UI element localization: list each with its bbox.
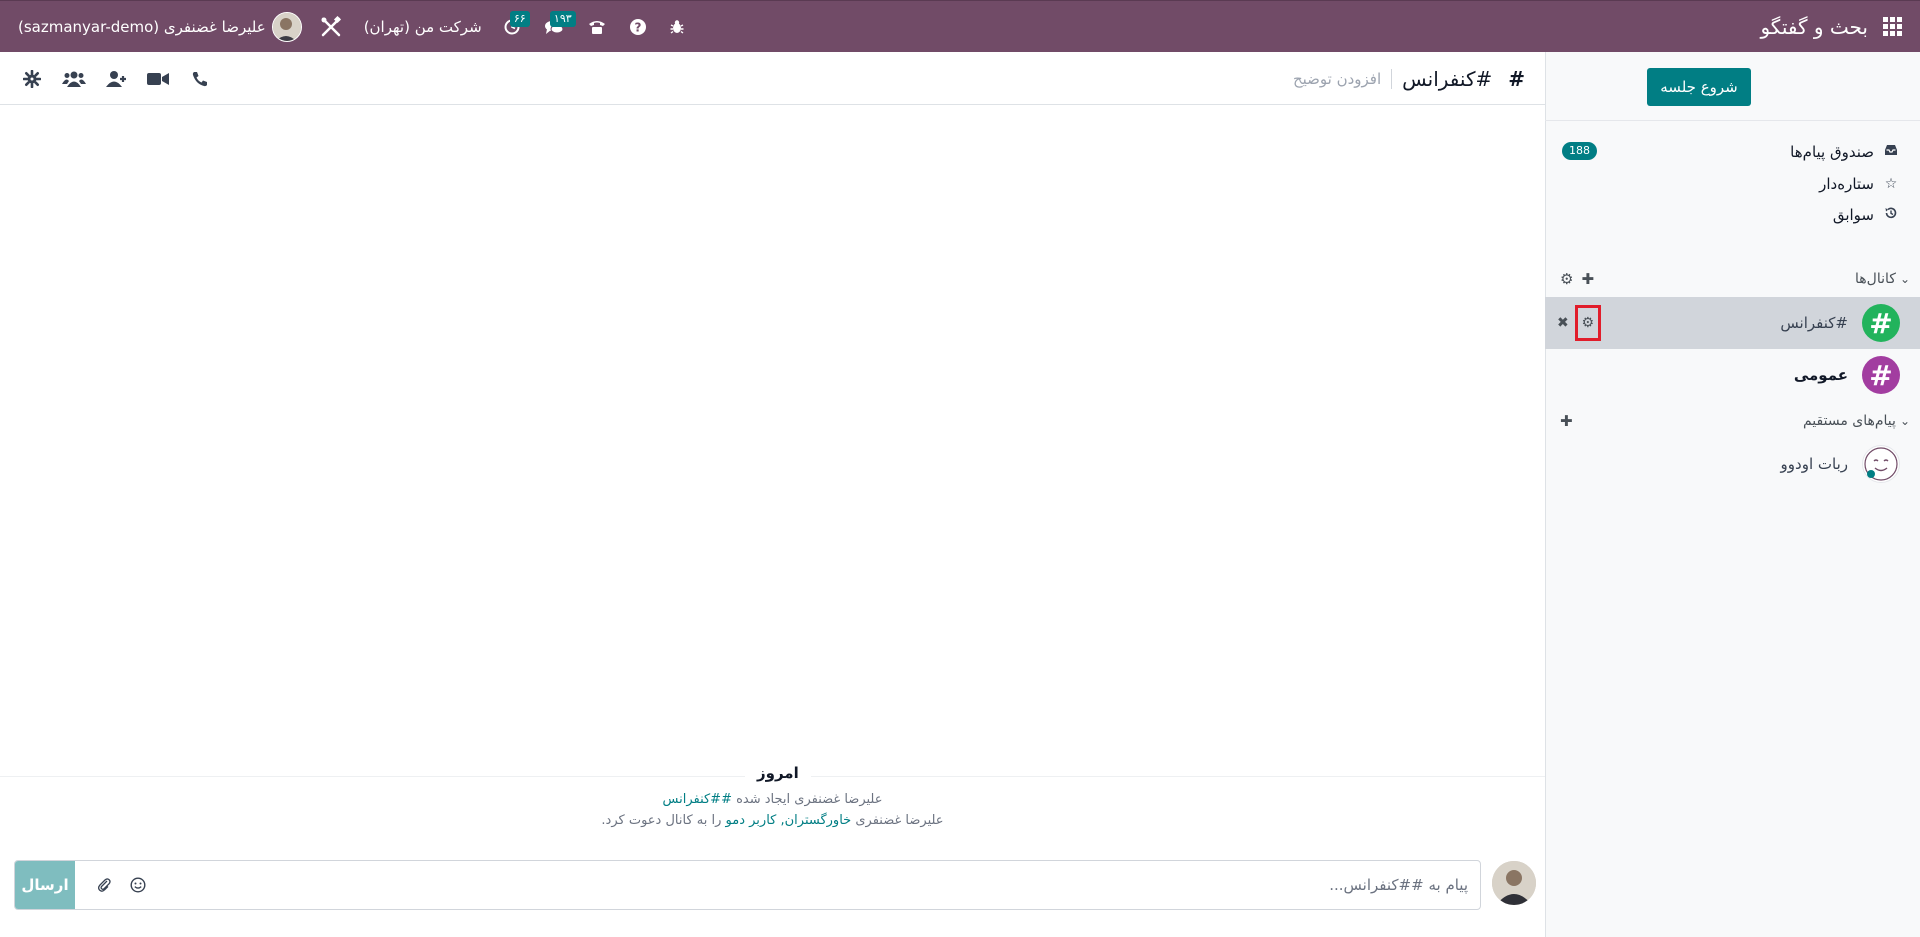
thread-description-field[interactable]: افزودن توضیح [1293, 70, 1381, 88]
channel-name: عمومی [1793, 366, 1848, 384]
emoji-icon[interactable] [130, 861, 146, 909]
debug-bug-icon[interactable] [658, 1, 696, 53]
channel-name: #کنفرانس [1780, 314, 1848, 332]
user-menu[interactable]: علیرضا غضنفری (sazmanyar-demo) [10, 11, 308, 42]
activity-menu[interactable]: ۶۶ [492, 1, 532, 53]
start-meeting-button[interactable]: شروع جلسه [1647, 68, 1751, 106]
channel-settings-icon[interactable]: ⚙ [1574, 305, 1601, 341]
date-separator-today: امروز [745, 764, 811, 782]
svg-text:?: ? [634, 20, 641, 34]
company-switcher[interactable]: شرکت من (تهران) [354, 1, 492, 53]
sidebar-item-label: سوابق [1832, 206, 1874, 224]
star-icon: ☆ [1884, 176, 1898, 192]
composer-user-avatar [1492, 861, 1536, 905]
add-direct-message-icon[interactable]: ✚ [1560, 412, 1573, 430]
add-channel-icon[interactable]: ✚ [1581, 270, 1594, 288]
direct-item-odoobot[interactable]: ربات اودوو [1545, 438, 1920, 490]
user-avatar [271, 11, 302, 42]
inbox-count-badge: 188 [1562, 142, 1597, 160]
thread-hash-icon: # [1508, 66, 1525, 91]
channel-hash-icon: # [1862, 304, 1900, 342]
inbox-icon [1882, 144, 1900, 160]
history-icon [1882, 206, 1900, 224]
invited-users-link[interactable]: خاورگستران, کاربر دمو [726, 813, 852, 828]
messaging-menu[interactable]: ۱۹۳ [532, 1, 576, 53]
sidebar-item-starred[interactable]: ☆ ستاره‌دار [1819, 171, 1900, 197]
channels-category-header[interactable]: ⌄ کانال‌ها [1855, 267, 1910, 291]
messages-count-badge: ۱۹۳ [549, 10, 576, 27]
notification-channel-created: علیرضا غضنفری ایجاد شده ##کنفرانس [0, 792, 1545, 807]
thread-header: # #کنفرانس افزودن توضیح [0, 52, 1545, 105]
discuss-sidebar: شروع جلسه صندوق پیام‌ها 188 ☆ ستاره‌دار … [1545, 52, 1920, 937]
direct-messages-category-label: پیام‌های مستقیم [1802, 413, 1896, 429]
channel-hash-icon: # [1862, 356, 1900, 394]
video-call-icon[interactable] [146, 67, 170, 91]
apps-menu-icon[interactable] [1874, 9, 1910, 45]
phone-call-icon[interactable] [188, 67, 212, 91]
sidebar-divider [1545, 120, 1920, 121]
sidebar-item-history[interactable]: سوابق [1833, 202, 1900, 228]
channels-category-label: کانال‌ها [1855, 271, 1896, 287]
odoobot-avatar [1862, 445, 1900, 483]
notification-members-invited: علیرضا غضنفری خاورگستران, کاربر دمو را ب… [0, 813, 1545, 828]
thread-settings-icon[interactable] [20, 67, 44, 91]
direct-name: ربات اودوو [1780, 455, 1848, 473]
message-composer: ارسال [14, 860, 1481, 910]
channel-item-conference[interactable]: # #کنفرانس ⚙ ✖ [1545, 297, 1920, 349]
header-divider [1391, 68, 1393, 89]
help-icon[interactable]: ? [618, 1, 658, 53]
notification-text: را به کانال دعوت کرد. [601, 813, 726, 828]
channels-settings-icon[interactable]: ⚙ [1560, 270, 1573, 288]
sidebar-item-label: ستاره‌دار [1819, 175, 1874, 193]
app-title[interactable]: بحث و گفتگو [1760, 15, 1868, 39]
phone-voip-icon[interactable] [576, 1, 618, 53]
members-icon[interactable] [62, 67, 86, 91]
channel-item-general[interactable]: # عمومی [1545, 349, 1920, 401]
channel-link[interactable]: ##کنفرانس [663, 792, 732, 807]
notification-text: علیرضا غضنفری [851, 813, 944, 828]
top-navbar: بحث و گفتگو ? ۱۹۳ ۶۶ شرکت من (تهران) علی… [0, 0, 1920, 52]
activity-count-badge: ۶۶ [509, 10, 530, 27]
chevron-down-icon: ⌄ [1899, 272, 1910, 286]
direct-messages-category-header[interactable]: ⌄ پیام‌های مستقیم [1803, 409, 1910, 433]
tools-icon[interactable] [308, 1, 354, 53]
attachment-paperclip-icon[interactable] [97, 861, 111, 909]
sidebar-item-inbox[interactable]: صندوق پیام‌ها [1790, 139, 1900, 165]
chevron-down-icon: ⌄ [1899, 414, 1910, 428]
user-name: علیرضا غضنفری (sazmanyar-demo) [18, 17, 266, 36]
sidebar-item-label: صندوق پیام‌ها [1790, 143, 1874, 161]
leave-channel-icon[interactable]: ✖ [1557, 315, 1569, 331]
notification-text: علیرضا غضنفری ایجاد شده [731, 792, 883, 807]
add-user-icon[interactable] [104, 67, 128, 91]
thread-title[interactable]: #کنفرانس [1402, 67, 1492, 91]
send-button[interactable]: ارسال [15, 861, 75, 909]
message-input[interactable] [268, 869, 1468, 901]
